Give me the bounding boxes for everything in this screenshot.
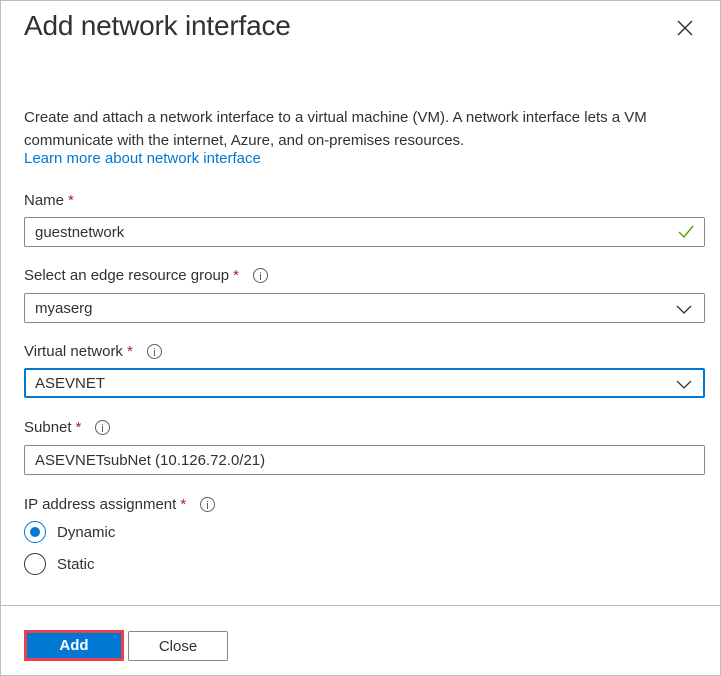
- description-text: Create and attach a network interface to…: [24, 109, 647, 149]
- info-icon[interactable]: [252, 268, 268, 283]
- resource-group-dropdown[interactable]: myaserg: [24, 293, 705, 323]
- dialog-title: Add network interface: [24, 10, 291, 41]
- close-icon[interactable]: [674, 17, 696, 39]
- footer-divider: [1, 605, 721, 606]
- required-mark: *: [75, 419, 82, 436]
- name-label: Name *: [24, 192, 74, 209]
- name-input[interactable]: guestnetwork: [24, 217, 705, 247]
- add-network-interface-panel: Add network interface Create and attach …: [0, 0, 721, 676]
- info-icon[interactable]: [146, 344, 162, 359]
- radio-static[interactable]: Static: [24, 553, 95, 575]
- chevron-down-icon: [676, 302, 692, 314]
- required-mark: *: [68, 192, 74, 209]
- ip-assignment-label: IP address assignment *: [24, 496, 216, 513]
- close-button[interactable]: Close: [128, 631, 228, 661]
- required-mark: *: [180, 496, 187, 513]
- name-input-value: guestnetwork: [35, 223, 125, 241]
- radio-button-checked[interactable]: [24, 521, 46, 543]
- required-mark: *: [233, 267, 239, 284]
- virtual-network-label: Virtual network *: [24, 343, 162, 360]
- info-icon[interactable]: [200, 497, 216, 512]
- virtual-network-label-text: Virtual network: [24, 343, 123, 360]
- virtual-network-dropdown[interactable]: ASEVNET: [24, 368, 705, 398]
- resource-group-label: Select an edge resource group *: [24, 267, 268, 284]
- subnet-label: Subnet *: [24, 419, 111, 436]
- info-icon[interactable]: [95, 420, 111, 435]
- name-label-text: Name: [24, 192, 65, 209]
- radio-button-unchecked[interactable]: [24, 553, 46, 575]
- check-icon: [678, 225, 694, 239]
- subnet-input[interactable]: ASEVNETsubNet (10.126.72.0/21): [24, 445, 705, 475]
- radio-dynamic[interactable]: Dynamic: [24, 521, 115, 543]
- radio-label: Dynamic: [57, 523, 116, 541]
- subnet-value: ASEVNETsubNet (10.126.72.0/21): [35, 451, 266, 469]
- radio-label: Static: [57, 555, 95, 573]
- resource-group-label-text: Select an edge resource group: [24, 267, 230, 284]
- add-button[interactable]: Add: [24, 630, 124, 661]
- chevron-down-icon: [676, 377, 692, 389]
- learn-more-link[interactable]: Learn more about network interface: [24, 150, 261, 167]
- required-mark: *: [126, 343, 133, 360]
- resource-group-value: myaserg: [35, 299, 93, 317]
- subnet-label-text: Subnet: [24, 419, 72, 436]
- ip-assignment-label-text: IP address assignment: [24, 496, 177, 513]
- virtual-network-value: ASEVNET: [35, 374, 106, 392]
